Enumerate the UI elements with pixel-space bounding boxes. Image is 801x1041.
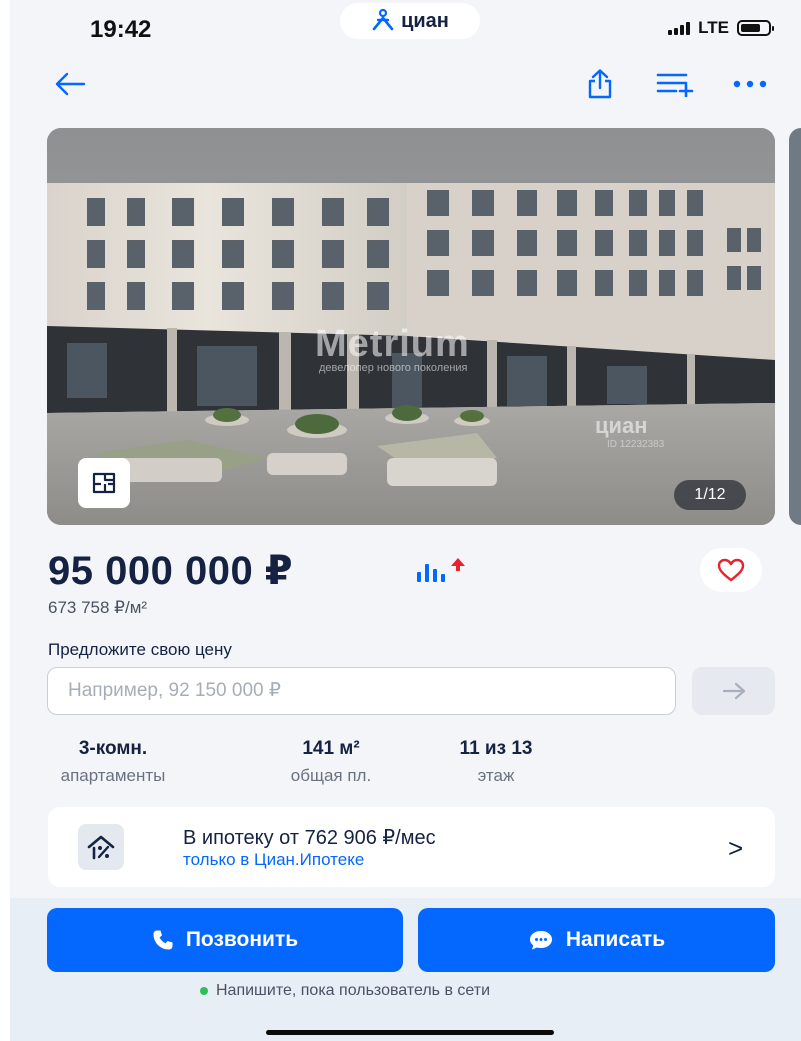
chevron-right-icon: > — [728, 833, 744, 863]
mortgage-house-icon — [78, 824, 124, 870]
nav-bar — [10, 62, 801, 106]
arrow-left-icon — [55, 72, 86, 96]
price-history-button[interactable] — [413, 556, 465, 584]
more-button[interactable] — [728, 62, 772, 106]
price-per-meter: 673 758 ₽/м² — [48, 598, 148, 617]
call-button[interactable]: Позвонить — [47, 908, 403, 972]
offer-label: Предложите свою цену — [48, 640, 232, 659]
offer-send-button[interactable] — [692, 667, 775, 715]
fact-label: общая пл. — [290, 766, 372, 785]
write-button[interactable]: Написать — [418, 908, 775, 972]
online-note: Напишите, пока пользователь в сети — [216, 982, 491, 999]
online-dot-icon — [200, 987, 208, 995]
more-dots-icon — [733, 80, 767, 88]
floor-plan-button[interactable] — [78, 458, 130, 508]
write-label: Написать — [565, 928, 666, 951]
site-brand: циан — [401, 9, 449, 32]
fact-label: этаж — [477, 766, 515, 785]
price: 95 000 000 ₽ — [48, 549, 294, 593]
photo-counter: 1/12 — [674, 480, 746, 510]
phone-icon — [153, 930, 173, 950]
signal-icon — [668, 21, 691, 35]
photo-watermark-sub: девелопер нового поколения — [319, 362, 468, 374]
price-chart-icon — [417, 558, 465, 582]
online-status: Напишите, пока пользователь в сети — [200, 982, 490, 1000]
chat-bubble-icon — [529, 931, 552, 950]
network-type: LTE — [698, 18, 729, 37]
share-icon — [588, 69, 612, 99]
cian-logo-icon — [372, 9, 394, 31]
fact-value: 141 м² — [302, 738, 360, 759]
status-indicators: LTE — [668, 18, 774, 38]
fact-rooms: 3-комн. апартаменты — [48, 738, 178, 786]
offer-price-input[interactable] — [47, 667, 676, 715]
arrow-right-icon — [722, 682, 745, 700]
app-screen: 19:42 циан LTE Metrium девелопер нового … — [10, 0, 801, 1041]
fact-label: апартаменты — [60, 766, 166, 785]
site-pill[interactable]: циан — [340, 3, 480, 39]
next-photo-peek[interactable] — [789, 128, 801, 525]
add-to-list-button[interactable] — [652, 62, 700, 106]
fact-area: 141 м² общая пл. — [266, 738, 396, 786]
mortgage-title: В ипотеку от 762 906 ₽/мес — [183, 827, 436, 849]
battery-icon — [737, 20, 774, 36]
playlist-add-icon — [656, 73, 694, 97]
favorite-button[interactable] — [700, 548, 762, 592]
fact-value: 11 из 13 — [459, 738, 533, 759]
heart-icon — [717, 558, 745, 582]
call-label: Позвонить — [185, 928, 299, 951]
listing-facts: 3-комн. апартаменты 141 м² общая пл. 11 … — [48, 738, 608, 788]
back-button[interactable] — [48, 62, 92, 106]
home-indicator[interactable] — [266, 1030, 554, 1035]
fact-floor: 11 из 13 этаж — [436, 738, 556, 786]
fact-value: 3-комн. — [78, 738, 148, 759]
mortgage-card[interactable]: В ипотеку от 762 906 ₽/мес только в Циан… — [48, 807, 775, 887]
bottom-action-bar: Позвонить Написать Напишите, пока пользо… — [10, 898, 801, 1041]
photo-watermark: Metrium — [315, 323, 470, 365]
mortgage-subtitle[interactable]: только в Циан.Ипотеке — [183, 850, 364, 870]
floor-plan-icon — [92, 472, 116, 494]
cian-watermark-id: ID 12232383 — [607, 439, 665, 450]
photo-gallery[interactable]: Metrium девелопер нового поколения циан … — [47, 128, 775, 525]
cian-watermark: циан — [595, 413, 648, 438]
share-button[interactable] — [580, 62, 620, 106]
status-time: 19:42 — [90, 16, 152, 43]
